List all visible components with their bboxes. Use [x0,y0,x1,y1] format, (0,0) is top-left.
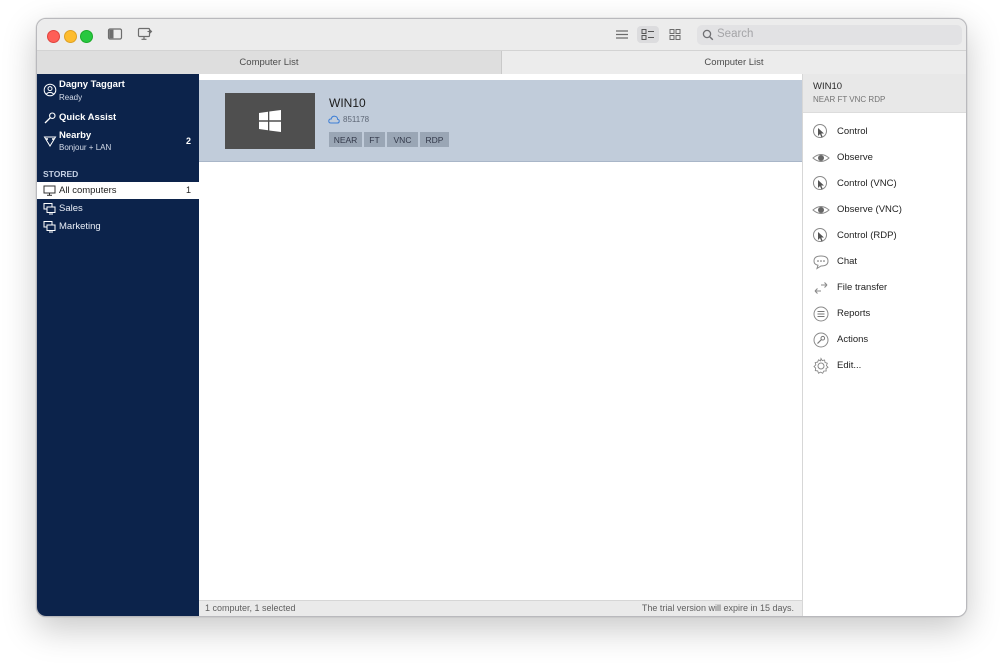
detail-view-button[interactable] [637,26,659,43]
stored-header: STORED [43,169,79,179]
nearby-icon [43,136,57,147]
tag-vnc: VNC [387,132,418,147]
tab-computer-list-1[interactable]: Computer List [37,51,502,74]
tab-computer-list-2[interactable]: Computer List [502,51,966,74]
action-file-transfer-label: File transfer [837,282,888,293]
list-view-button[interactable] [611,26,633,43]
search-input[interactable]: Search [717,28,753,40]
control-icon [813,228,827,242]
eye-icon [812,206,830,214]
computer-group-icon [43,203,56,215]
computer-list: WIN10 851178 NEAR FT VNC RDP 1 computer,… [199,74,802,616]
action-observe-label: Observe [837,152,873,163]
action-reports-label: Reports [837,308,871,319]
tag-ft: FT [364,132,385,147]
close-window-button[interactable] [47,30,60,43]
sidebar: Dagny Taggart Ready Quick Assist Nearby … [37,74,199,616]
computer-id: 851178 [343,115,370,124]
computer-card[interactable]: WIN10 851178 NEAR FT VNC RDP [199,80,802,162]
user-name: Dagny Taggart [59,79,125,90]
computer-group-icon [43,221,56,233]
action-actions[interactable]: Actions [803,328,966,352]
selection-status: 1 computer, 1 selected [205,603,296,613]
chat-icon [813,255,829,270]
action-control[interactable]: Control [803,120,966,144]
user-icon [43,83,57,97]
grid-view-button[interactable] [664,26,686,43]
transfer-icon [814,282,828,294]
action-control-label: Control [837,126,868,137]
tag-near: NEAR [329,132,362,147]
screen-share-icon[interactable] [137,27,153,41]
nearby-label: Nearby [59,130,92,141]
status-bar: 1 computer, 1 selected The trial version… [199,600,802,616]
trial-notice: The trial version will expire in 15 days… [641,603,794,613]
sidebar-user[interactable]: Dagny Taggart Ready [37,78,199,106]
grid-view-icon [669,29,681,40]
reports-icon [813,306,829,322]
sidebar-item-sales[interactable]: Sales [37,200,199,217]
all-computers-label: All computers [59,185,117,196]
nearby-count: 2 [185,136,191,146]
action-control-rdp-label: Control (RDP) [837,230,897,241]
wrench-icon [44,112,56,124]
list-view-icon [616,30,628,39]
quick-assist-label: Quick Assist [59,112,117,123]
sidebar-item-marketing[interactable]: Marketing [37,218,199,235]
action-panel: WIN10 NEAR FT VNC RDP Control Observe Co… [802,74,966,616]
panel-computer-name: WIN10 [813,81,843,92]
action-control-vnc-label: Control (VNC) [837,178,897,189]
app-window: Search Computer List Computer List Dagny… [36,18,967,617]
action-control-rdp[interactable]: Control (RDP) [803,224,966,248]
action-panel-header: WIN10 NEAR FT VNC RDP [803,74,966,113]
wrench-icon [813,332,829,348]
marketing-label: Marketing [59,221,101,232]
sidebar-item-nearby[interactable]: Nearby Bonjour + LAN 2 [37,129,199,155]
windows-logo-icon [259,110,281,132]
user-status: Ready [59,93,83,102]
tag-rdp: RDP [420,132,449,147]
all-computers-count: 1 [185,185,191,195]
sidebar-item-all-computers[interactable]: All computers 1 [37,182,199,199]
title-bar: Search [37,19,966,50]
action-reports[interactable]: Reports [803,302,966,326]
nearby-sub: Bonjour + LAN [59,143,112,152]
sales-label: Sales [59,203,83,214]
action-edit-label: Edit... [837,360,862,371]
detail-view-icon [641,29,654,40]
action-file-transfer[interactable]: File transfer [803,276,966,300]
cloud-icon [328,115,340,124]
action-observe-vnc-label: Observe (VNC) [837,204,902,215]
computer-icon [43,185,56,196]
search-field[interactable]: Search [697,25,962,45]
control-icon [813,124,827,138]
tab-bar: Computer List Computer List [37,50,966,75]
action-edit[interactable]: Edit... [803,354,966,378]
action-chat[interactable]: Chat [803,250,966,274]
computer-thumbnail [225,93,315,149]
action-actions-label: Actions [837,334,869,345]
action-chat-label: Chat [837,256,858,267]
sidebar-item-quick-assist[interactable]: Quick Assist [37,110,199,126]
minimize-window-button[interactable] [64,30,77,43]
control-icon [813,176,827,190]
panel-computer-capabilities: NEAR FT VNC RDP [813,95,886,104]
maximize-window-button[interactable] [80,30,93,43]
action-observe-vnc[interactable]: Observe (VNC) [803,198,966,222]
action-control-vnc[interactable]: Control (VNC) [803,172,966,196]
computer-name: WIN10 [329,96,366,110]
gear-icon [813,357,829,374]
eye-icon [812,154,830,162]
sidebar-toggle-icon[interactable] [107,27,123,41]
search-icon [702,29,714,41]
action-observe[interactable]: Observe [803,146,966,170]
